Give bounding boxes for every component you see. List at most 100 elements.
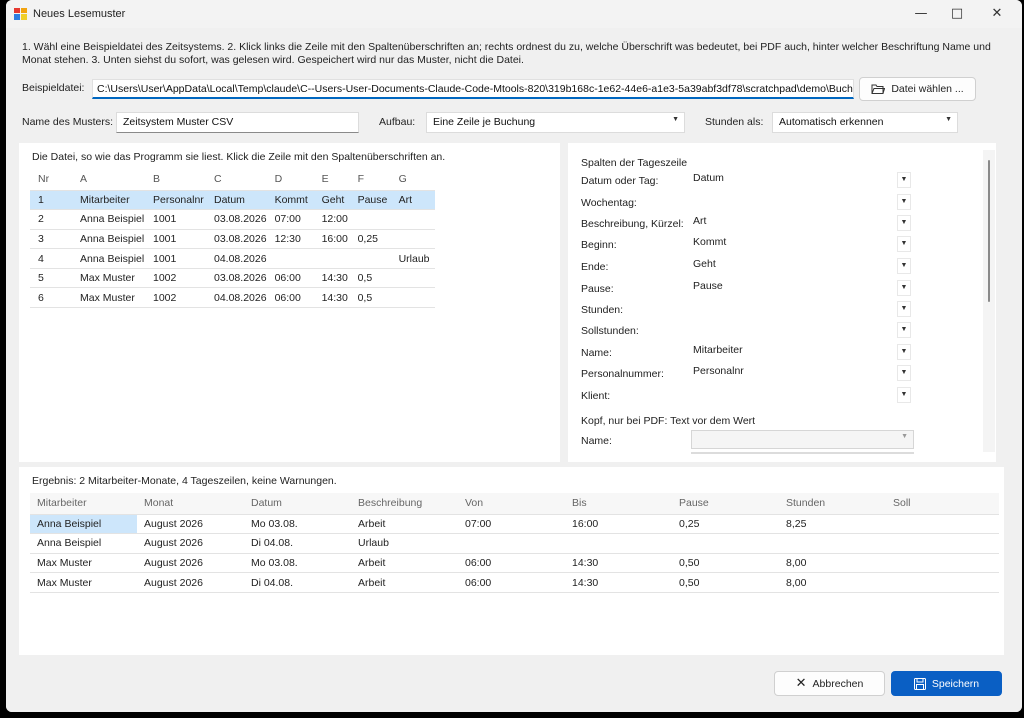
cell: 14:30 bbox=[313, 268, 350, 289]
chevron-down-icon[interactable]: ▼ bbox=[897, 387, 911, 403]
cell: 12:30 bbox=[266, 229, 314, 250]
mapping-value[interactable]: Datum bbox=[693, 172, 724, 184]
cell bbox=[886, 514, 999, 535]
mapping-scrollbar[interactable] bbox=[983, 150, 995, 452]
pattern-name-label: Name des Musters: bbox=[22, 116, 114, 128]
cell: 07:00 bbox=[266, 209, 314, 230]
column-header: G bbox=[390, 169, 435, 191]
pattern-name-input[interactable]: Zeitsystem Muster CSV bbox=[116, 112, 359, 133]
column-header: Datum bbox=[244, 493, 351, 515]
layout-select[interactable]: Eine Zeile je Buchung ▼ bbox=[426, 112, 685, 133]
result-row[interactable]: Anna Beispiel August 2026 Mo 03.08. Arbe… bbox=[30, 514, 999, 535]
cell: 0,50 bbox=[672, 553, 779, 574]
hours-select[interactable]: Automatisch erkennen ▼ bbox=[772, 112, 958, 133]
cell: Max Muster bbox=[30, 572, 137, 593]
chevron-down-icon[interactable]: ▼ bbox=[897, 344, 911, 360]
file-preview-table: Nr A B C D E F G 1 Mitarbeiter Personaln… bbox=[30, 169, 435, 309]
cell: 0,5 bbox=[349, 287, 391, 309]
result-row[interactable]: Max Muster August 2026 Mo 03.08. Arbeit … bbox=[30, 553, 999, 574]
cell: 3 bbox=[30, 229, 72, 250]
mapping-row-date: Datum oder Tag: Datum ▼ bbox=[581, 172, 921, 190]
mapping-value[interactable]: Mitarbeiter bbox=[693, 344, 743, 356]
cell: Anna Beispiel bbox=[30, 533, 137, 554]
cell: 1002 bbox=[145, 268, 206, 289]
mapping-value[interactable]: Personalnr bbox=[693, 365, 744, 377]
mapping-value[interactable]: Pause bbox=[693, 280, 723, 292]
minimize-button[interactable]: — bbox=[904, 4, 938, 24]
file-preview-row[interactable]: 5 Max Muster 1002 03.08.2026 06:00 14:30… bbox=[30, 268, 435, 289]
mapping-label: Sollstunden: bbox=[581, 325, 639, 337]
cell: 1002 bbox=[145, 287, 206, 309]
chevron-down-icon[interactable]: ▼ bbox=[897, 258, 911, 274]
chevron-down-icon[interactable]: ▼ bbox=[897, 280, 911, 296]
mapping-label: Ende: bbox=[581, 261, 609, 273]
chevron-down-icon[interactable]: ▼ bbox=[897, 215, 911, 231]
column-header: Nr bbox=[30, 169, 72, 191]
cancel-label: Abbrechen bbox=[812, 677, 864, 690]
cell: Anna Beispiel bbox=[72, 248, 145, 269]
cell: 1001 bbox=[145, 209, 206, 230]
maximize-button[interactable]: □ bbox=[940, 4, 974, 24]
cell: 03.08.2026 bbox=[206, 229, 267, 250]
chevron-down-icon[interactable]: ▼ bbox=[897, 365, 911, 381]
mapping-label: Klient: bbox=[581, 390, 611, 402]
file-label: Beispieldatei: bbox=[22, 82, 85, 94]
column-header: Monat bbox=[137, 493, 244, 515]
file-preview-row[interactable]: 2 Anna Beispiel 1001 03.08.2026 07:00 12… bbox=[30, 209, 435, 230]
mapping-row-target-hours: Sollstunden: ▼ bbox=[581, 322, 921, 340]
cancel-button[interactable]: ✕ Abbrechen bbox=[774, 671, 885, 696]
cell: Datum bbox=[206, 190, 267, 211]
choose-file-button[interactable]: Datei wählen ... bbox=[859, 77, 976, 101]
column-header: E bbox=[313, 169, 350, 191]
pdf-name-field[interactable]: ▼ bbox=[691, 430, 914, 449]
chevron-down-icon[interactable]: ▼ bbox=[897, 301, 911, 317]
chevron-down-icon[interactable]: ▼ bbox=[897, 194, 911, 210]
file-preview-row[interactable]: 4 Anna Beispiel 1001 04.08.2026 Urlaub bbox=[30, 248, 435, 269]
file-preview-row[interactable]: 3 Anna Beispiel 1001 03.08.2026 12:30 16… bbox=[30, 229, 435, 250]
cell: 06:00 bbox=[266, 287, 314, 309]
mapping-row-personnel-number: Personalnummer: Personalnr ▼ bbox=[581, 365, 921, 383]
mapping-row-description: Beschreibung, Kürzel: Art ▼ bbox=[581, 215, 921, 233]
cell: Mo 03.08. bbox=[244, 514, 351, 535]
mapping-label: Pause: bbox=[581, 283, 614, 295]
hours-select-value: Automatisch erkennen bbox=[779, 116, 884, 128]
cell: 0,5 bbox=[349, 268, 391, 289]
cell: 16:00 bbox=[565, 514, 672, 535]
result-row[interactable]: Anna Beispiel August 2026 Di 04.08. Urla… bbox=[30, 533, 999, 554]
mapping-value[interactable]: Kommt bbox=[693, 236, 726, 248]
hours-label: Stunden als: bbox=[705, 116, 764, 128]
file-path-field[interactable]: C:\Users\User\AppData\Local\Temp\claude\… bbox=[92, 79, 854, 99]
cell: Max Muster bbox=[72, 287, 145, 309]
cell: Kommt bbox=[266, 190, 314, 211]
file-preview-row[interactable]: 6 Max Muster 1002 04.08.2026 06:00 14:30… bbox=[30, 287, 435, 309]
mapping-value[interactable]: Geht bbox=[693, 258, 716, 270]
chevron-down-icon: ▼ bbox=[672, 116, 679, 123]
cell: 4 bbox=[30, 248, 72, 269]
cell bbox=[390, 287, 435, 309]
cell: 16:00 bbox=[313, 229, 350, 250]
mapping-label: Beginn: bbox=[581, 239, 617, 251]
chevron-down-icon[interactable]: ▼ bbox=[897, 172, 911, 188]
cell bbox=[565, 533, 672, 554]
column-header: Beschreibung bbox=[351, 493, 458, 515]
chevron-down-icon[interactable]: ▼ bbox=[897, 236, 911, 252]
save-button[interactable]: Speichern bbox=[891, 671, 1002, 696]
mapping-value[interactable]: Art bbox=[693, 215, 706, 227]
cell bbox=[390, 229, 435, 250]
result-row[interactable]: Max Muster August 2026 Di 04.08. Arbeit … bbox=[30, 572, 999, 593]
column-header: F bbox=[349, 169, 391, 191]
cell: Di 04.08. bbox=[244, 533, 351, 554]
file-preview-row[interactable]: 1 Mitarbeiter Personalnr Datum Kommt Geh… bbox=[30, 190, 435, 211]
cell: Arbeit bbox=[351, 514, 458, 535]
cell: Mo 03.08. bbox=[244, 553, 351, 574]
cell bbox=[458, 533, 565, 554]
chevron-down-icon: ▼ bbox=[945, 116, 952, 123]
dialog-window: Neues Lesemuster — □ ✕ 1. Wähl eine Beis… bbox=[6, 0, 1022, 712]
scrollbar-thumb[interactable] bbox=[988, 160, 990, 302]
choose-file-label: Datei wählen ... bbox=[891, 83, 964, 95]
column-header: Pause bbox=[672, 493, 779, 515]
cell: August 2026 bbox=[137, 553, 244, 574]
chevron-down-icon[interactable]: ▼ bbox=[897, 322, 911, 338]
close-icon: ✕ bbox=[795, 676, 807, 691]
close-window-button[interactable]: ✕ bbox=[980, 4, 1014, 24]
